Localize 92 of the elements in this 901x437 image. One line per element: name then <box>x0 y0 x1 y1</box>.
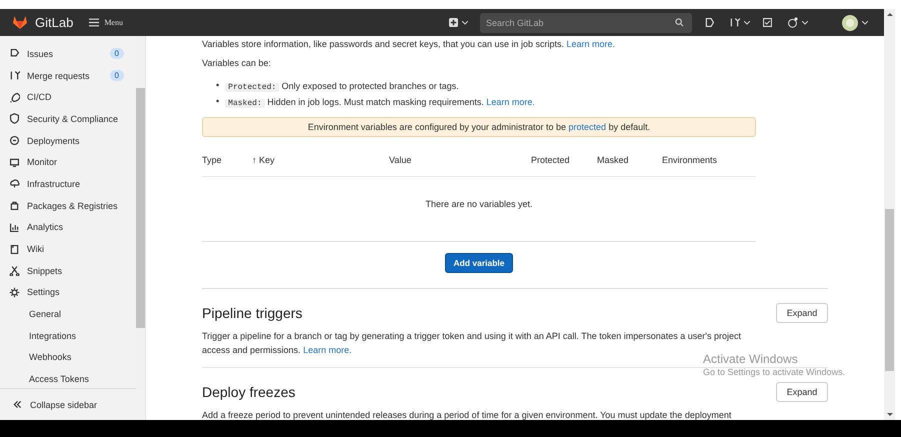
sidebar-item[interactable]: Monitor <box>0 151 136 174</box>
expand-button[interactable]: Expand <box>776 303 828 323</box>
count-badge: 0 <box>110 70 124 82</box>
sidebar-item[interactable]: Issues 0 <box>0 43 136 65</box>
sidebar-item-label: Security & Compliance <box>27 114 120 124</box>
sidebar-item[interactable]: CI/CD <box>0 86 136 108</box>
fox-logo-icon[interactable] <box>12 15 28 30</box>
avatar-icon <box>842 14 858 30</box>
sidebar-subitem[interactable]: Access Tokens <box>0 368 136 388</box>
section-title: Deploy freezes <box>202 384 296 400</box>
sidebar-item-label: Packages & Registries <box>27 200 119 211</box>
merge-request-icon <box>729 17 740 28</box>
monitor-icon <box>9 156 20 168</box>
sidebar-item[interactable]: Merge requests 0 <box>0 64 136 86</box>
learn-more-link[interactable]: Learn more. <box>303 345 352 355</box>
empty-message: There are no variables yet. <box>202 177 756 242</box>
bullet-text: Protected: Only exposed to protected branches or tags. <box>225 78 459 94</box>
page-scrollbar[interactable] <box>884 9 895 420</box>
caret-icon <box>802 20 808 24</box>
sidebar-item[interactable]: Deployments <box>0 130 136 152</box>
sidebar-subitem[interactable]: Integrations <box>0 324 136 347</box>
section-title: Pipeline triggers <box>202 305 302 321</box>
bullet-marker: • <box>216 95 220 108</box>
user-menu-button[interactable] <box>842 14 868 30</box>
issues-icon[interactable] <box>704 17 715 28</box>
package-icon <box>9 200 20 212</box>
sidebar-item[interactable]: Settings <box>0 282 136 304</box>
book-icon <box>9 244 20 255</box>
double-chevron-icon <box>12 399 23 410</box>
sidebar-item[interactable]: Packages & Registries <box>0 194 136 216</box>
learn-more-link[interactable]: Learn more. <box>566 39 616 49</box>
column-header: Value <box>389 155 412 165</box>
bullet-text: Masked: Hidden in job logs. Must match masking requirements. Learn more. <box>225 94 535 110</box>
merge-requests-button[interactable] <box>729 17 750 28</box>
scroll-up-icon <box>886 12 892 16</box>
scissors-icon <box>9 265 20 276</box>
sidebar-item[interactable]: Security & Compliance <box>0 108 136 130</box>
add-variable-button[interactable]: Add variable <box>445 253 513 273</box>
search-icon <box>675 18 684 27</box>
sidebar-item-label: Infrastructure <box>27 178 82 189</box>
sidebar-item-label: Monitor <box>27 157 58 168</box>
caret-icon <box>862 20 868 24</box>
caret-icon <box>744 20 750 24</box>
sidebar-item[interactable]: Infrastructure <box>0 173 136 195</box>
help-icon <box>787 17 798 28</box>
search-input[interactable]: Search GitLab <box>484 16 675 28</box>
sidebar-item-label: Issues <box>27 48 54 59</box>
shield-icon <box>9 113 20 124</box>
caret-icon <box>462 20 468 24</box>
scroll-down-icon <box>886 413 892 417</box>
help-button[interactable] <box>787 17 808 28</box>
sidebar-subitem[interactable]: General <box>0 303 136 325</box>
sidebar-item-label: CI/CD <box>27 92 52 102</box>
column-header: Protected <box>531 155 571 165</box>
protected-link[interactable]: protected <box>568 122 606 132</box>
column-header: Masked <box>597 155 630 165</box>
expand-button[interactable]: Expand <box>776 382 828 402</box>
learn-more-link[interactable]: Learn more. <box>486 97 535 107</box>
sidebar-subitem[interactable]: Webhooks <box>0 346 136 368</box>
section-description: Trigger a pipeline for a branch or tag by generating a trigger token and using it with an API call. The token impersonates a user's project access and permissions. Learn more. <box>202 330 742 355</box>
cloud-icon <box>9 178 20 190</box>
intro-text: Variables store information, like passwords and secret keys, that you can use in job scripts. Learn more. <box>202 38 616 50</box>
merge-request-icon <box>9 70 20 82</box>
column-header: ↑ Key <box>252 155 276 165</box>
plus-square-icon <box>449 18 458 27</box>
section-description: Add a freeze period to prevent unintended releases during a period of time for a given environment. You must update the deployment <box>202 409 732 420</box>
sidebar-item[interactable]: Wiki <box>0 238 136 260</box>
sidebar-item-label: Deployments <box>27 136 81 146</box>
count-badge: 0 <box>110 48 124 60</box>
issues-icon <box>9 48 20 60</box>
column-header: Environments <box>662 155 718 165</box>
sidebar-item[interactable]: Snippets <box>0 260 136 282</box>
sidebar-item-label: Settings <box>27 287 61 298</box>
sidebar-item-label: Wiki <box>27 244 45 254</box>
sidebar-item-label: Merge requests <box>27 70 91 81</box>
sidebar-item-label: Snippets <box>27 266 64 276</box>
bullet-marker: • <box>216 79 220 92</box>
column-header: Type <box>202 155 223 165</box>
activation-title: Activate Windows <box>703 352 799 366</box>
sidebar-item[interactable]: Analytics <box>0 216 136 238</box>
chart-icon <box>9 222 20 233</box>
alert-text: Environment variables are configured by your administrator to be protected by default. <box>308 122 650 132</box>
new-item-button[interactable] <box>449 18 468 27</box>
brand-name[interactable]: GitLab <box>35 15 74 30</box>
todo-icon[interactable] <box>762 17 773 28</box>
activation-subtitle: Go to Settings to activate Windows. <box>703 366 846 378</box>
sidebar-item-label: Analytics <box>27 222 64 232</box>
menu-button[interactable]: Menu <box>89 18 123 27</box>
menu-icon <box>89 18 100 27</box>
variables-heading: Variables can be: <box>202 57 272 70</box>
search-field[interactable]: Search GitLab <box>480 12 692 32</box>
gear-icon <box>9 286 20 298</box>
